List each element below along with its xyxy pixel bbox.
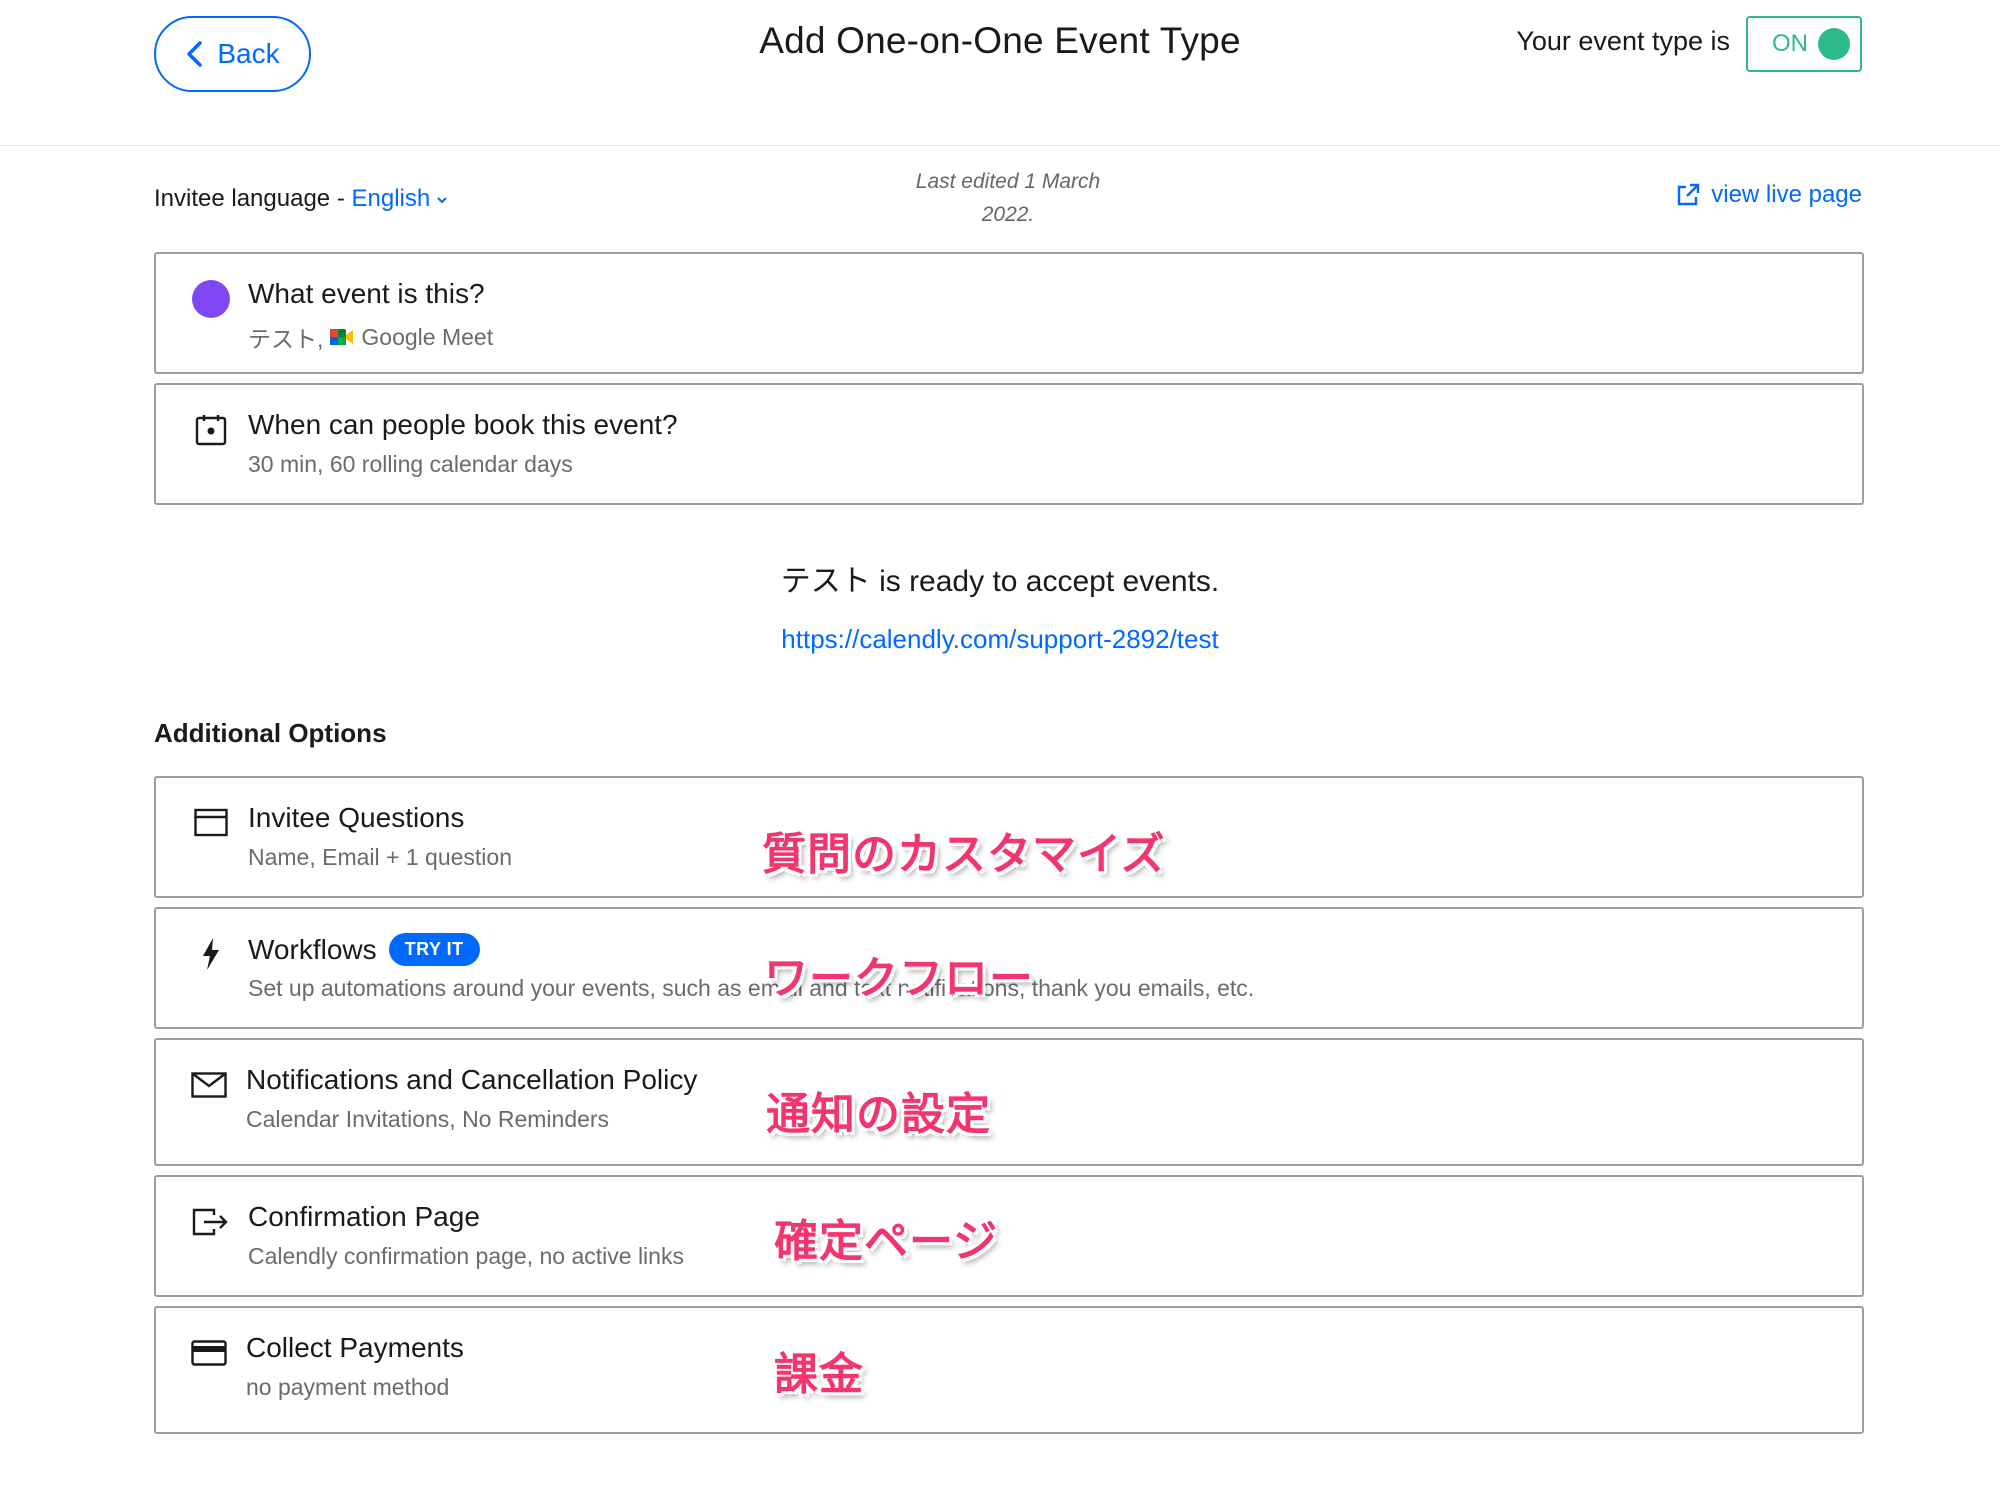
card-title: Collect Payments [246, 1332, 464, 1363]
card-title: Workflows [248, 933, 377, 965]
event-color-icon [192, 280, 230, 318]
toggle-label: ON [1772, 30, 1808, 57]
language-value: English [351, 185, 431, 212]
card-title: When can people book this event? [248, 409, 678, 440]
ready-message: テスト is ready to accept events. [780, 565, 1220, 598]
card-desc: Set up automations around your events, s… [248, 975, 1255, 1001]
top-bar: Back Add One-on-One Event Type Your even… [0, 0, 2000, 146]
external-link-icon [1678, 183, 1700, 206]
card-title: Notifications and Cancellation Policy [246, 1064, 698, 1095]
card-desc: Calendar Invitations, No Reminders [246, 1106, 610, 1132]
envelope-icon [190, 1066, 228, 1104]
annotation-confirmation: 確定ページ [774, 1216, 999, 1267]
card-title: Confirmation Page [248, 1201, 480, 1232]
chevron-down-icon [437, 196, 447, 204]
view-live-page-link[interactable]: view live page [1675, 181, 1862, 209]
try-it-badge[interactable]: TRY IT [388, 933, 480, 966]
annotation-notifications: 通知の設定 [766, 1089, 991, 1140]
confirmation-page-card[interactable]: Confirmation Page Calendly confirmation … [154, 1175, 1864, 1297]
exit-icon [192, 1203, 230, 1241]
annotation-payments: 課金 [774, 1349, 864, 1400]
card-desc: Calendly confirmation page, no active li… [248, 1243, 684, 1269]
form-icon [192, 804, 230, 842]
toggle-knob [1818, 28, 1850, 60]
annotation-workflows: ワークフロー [764, 953, 1034, 1004]
google-meet-icon [330, 329, 354, 345]
event-status-label: Your event type is [1516, 26, 1730, 56]
card-desc: 30 min, 60 rolling calendar days [248, 451, 573, 477]
invitee-language: Invitee language - English [154, 185, 448, 213]
lightning-icon [192, 935, 230, 973]
collect-payments-card[interactable]: Collect Payments no payment method [154, 1306, 1864, 1434]
last-edited-text: Last edited 1 March 2022. [915, 170, 1101, 226]
calendar-icon [192, 411, 230, 449]
card-title: What event is this? [248, 278, 485, 309]
additional-options-title: Additional Options [154, 718, 387, 748]
card-desc: テスト, Google Meet [248, 320, 493, 354]
event-availability-card[interactable]: When can people book this event? 30 min,… [154, 383, 1864, 505]
event-name: テスト, [248, 326, 324, 352]
event-on-toggle[interactable]: ON [1746, 16, 1862, 72]
annotation-invitee-questions: 質問のカスタマイズ [762, 829, 1166, 880]
view-live-label: view live page [1711, 181, 1862, 208]
language-prefix: Invitee language - [154, 185, 352, 212]
card-desc: no payment method [246, 1374, 450, 1400]
subheader: Invitee language - English Last edited 1… [154, 165, 1862, 235]
language-dropdown[interactable]: English [351, 185, 448, 212]
card-desc: Name, Email + 1 question [248, 844, 512, 870]
event-details-card[interactable]: What event is this? テスト, Google Meet [154, 252, 1864, 374]
notifications-card[interactable]: Notifications and Cancellation Policy Ca… [154, 1038, 1864, 1166]
booking-url-link[interactable]: https://calendly.com/support-2892/test [0, 624, 2000, 655]
credit-card-icon [190, 1334, 228, 1372]
event-location: Google Meet [361, 323, 494, 350]
card-title-row: Workflows TRY IT [248, 933, 480, 966]
card-title: Invitee Questions [248, 802, 465, 833]
